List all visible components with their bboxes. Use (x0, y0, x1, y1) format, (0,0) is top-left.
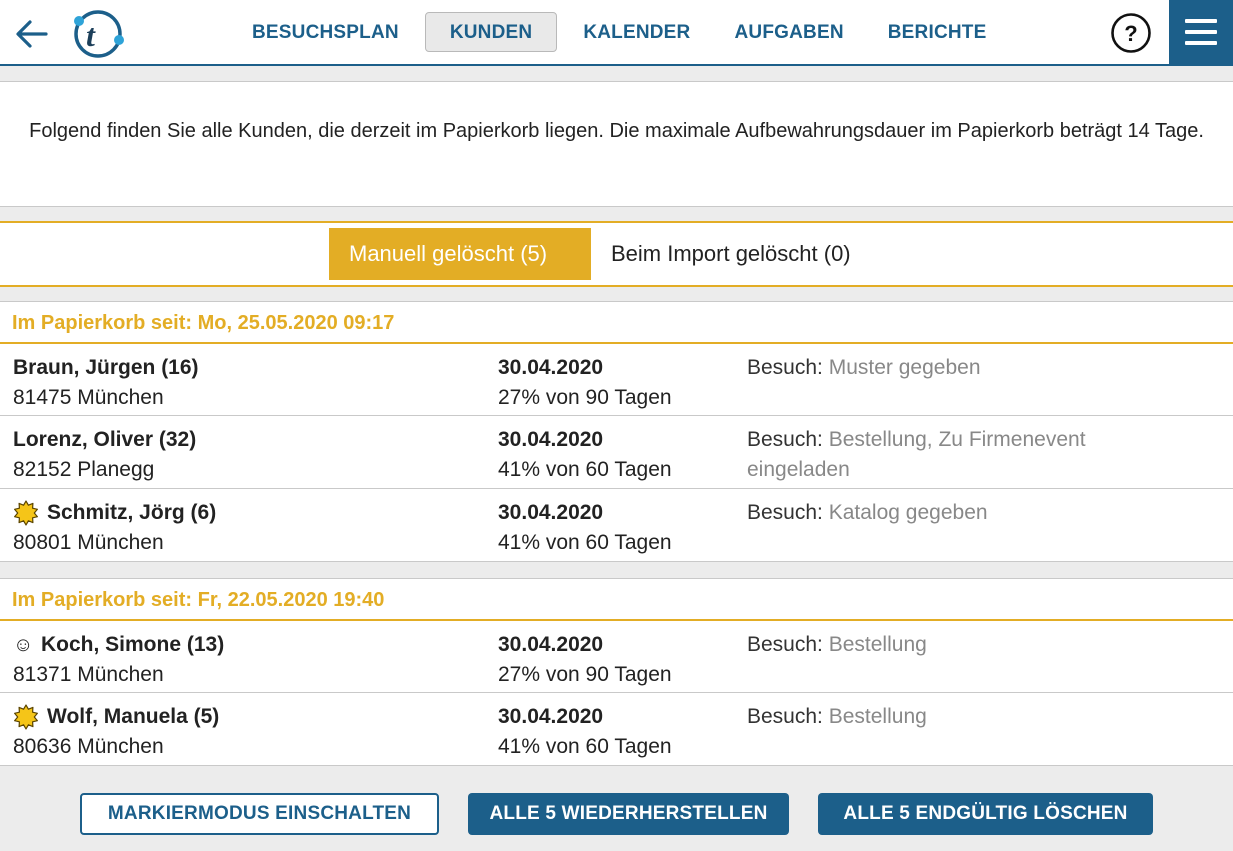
visit-value: Bestellung (828, 633, 927, 656)
group-header: Im Papierkorb seit: Mo, 25.05.2020 09:17 (0, 302, 1233, 344)
customer-city: 80636 München (13, 735, 164, 758)
customer-progress: 41% von 60 Tagen (498, 458, 672, 481)
tab-manual-deleted[interactable]: Manuell gelöscht (5) (329, 228, 591, 280)
main-nav: BESUCHSPLAN KUNDEN KALENDER AUFGABEN BER… (234, 12, 1012, 54)
visit-label: Besuch: (747, 705, 823, 728)
customer-name-wrapper: Schmitz, Jörg (6) (13, 498, 216, 528)
delete-all-permanently-button[interactable]: ALLE 5 ENDGÜLTIG LÖSCHEN (818, 793, 1153, 835)
tab-import-deleted[interactable]: Beim Import gelöscht (0) (591, 228, 871, 280)
hamburger-icon-line (1185, 41, 1217, 45)
visit-value: Muster gegeben (828, 356, 981, 379)
customer-progress: 41% von 60 Tagen (498, 735, 672, 758)
svg-text:?: ? (1124, 21, 1137, 46)
customer-progress: 27% von 90 Tagen (498, 663, 672, 686)
smiley-icon: ☺ (13, 634, 34, 656)
customer-row[interactable]: ☺ Koch, Simone (13) 81371 München 30.04.… (0, 621, 1233, 693)
customer-date: 30.04.2020 (498, 705, 604, 728)
customer-date: 30.04.2020 (498, 633, 604, 656)
customer-city: 81371 München (13, 663, 164, 686)
visit-value: Katalog gegeben (828, 501, 988, 524)
customer-row[interactable]: Braun, Jürgen (16) 81475 München 30.04.2… (0, 344, 1233, 416)
customer-progress: 41% von 60 Tagen (498, 531, 672, 554)
group-header: Im Papierkorb seit: Fr, 22.05.2020 19:40 (0, 579, 1233, 621)
customer-date: 30.04.2020 (498, 356, 604, 379)
customer-row[interactable]: Lorenz, Oliver (32) 82152 Planegg 30.04.… (0, 416, 1233, 489)
sun-badge-icon (14, 500, 38, 526)
visit-label: Besuch: (747, 633, 823, 656)
nav-berichte[interactable]: BERICHTE (870, 12, 1005, 52)
trash-group: Im Papierkorb seit: Mo, 25.05.2020 09:17… (0, 301, 1233, 562)
restore-all-button[interactable]: ALLE 5 WIEDERHERSTELLEN (468, 793, 789, 835)
customer-progress: 27% von 90 Tagen (498, 386, 672, 409)
visit-label: Besuch: (747, 501, 823, 524)
customer-city: 81475 München (13, 386, 164, 409)
nav-kunden[interactable]: KUNDEN (424, 12, 558, 52)
arrow-left-icon[interactable] (12, 14, 52, 54)
app-logo: t (74, 10, 124, 58)
hamburger-icon (1185, 19, 1217, 23)
customer-name: Koch, Simone (13) (41, 633, 225, 656)
customer-date: 30.04.2020 (498, 428, 604, 451)
customer-name-wrapper: Wolf, Manuela (5) (13, 702, 219, 732)
visit-label: Besuch: (747, 428, 823, 451)
customer-name-wrapper: ☺ Koch, Simone (13) (13, 630, 224, 660)
trash-group: Im Papierkorb seit: Fr, 22.05.2020 19:40… (0, 578, 1233, 766)
customer-name: Braun, Jürgen (16) (13, 356, 199, 379)
sun-badge-icon (14, 704, 38, 730)
hamburger-menu-button[interactable] (1169, 0, 1233, 64)
nav-besuchsplan[interactable]: BESUCHSPLAN (234, 12, 417, 52)
hamburger-icon-line (1185, 30, 1217, 34)
mark-mode-button[interactable]: MARKIERMODUS EINSCHALTEN (80, 793, 439, 835)
svg-text:t: t (86, 17, 96, 53)
tab-bar: Manuell gelöscht (5) Beim Import gelösch… (0, 221, 1233, 287)
customer-row[interactable]: Wolf, Manuela (5) 80636 München 30.04.20… (0, 693, 1233, 766)
customer-name: Schmitz, Jörg (6) (47, 501, 217, 524)
customer-name: Lorenz, Oliver (32) (13, 428, 197, 451)
customer-city: 82152 Planegg (13, 458, 155, 481)
nav-aufgaben[interactable]: AUFGABEN (716, 12, 861, 52)
nav-kalender[interactable]: KALENDER (565, 12, 708, 52)
trash-info-text: Folgend finden Sie alle Kunden, die derz… (0, 81, 1233, 207)
customer-date: 30.04.2020 (498, 501, 604, 524)
customer-row[interactable]: Schmitz, Jörg (6) 80801 München 30.04.20… (0, 489, 1233, 562)
visit-label: Besuch: (747, 356, 823, 379)
customer-name: Wolf, Manuela (5) (47, 705, 220, 728)
customer-city: 80801 München (13, 531, 164, 554)
visit-value: Bestellung (828, 705, 927, 728)
question-circle-icon[interactable]: ? (1110, 12, 1152, 54)
app-header: t BESUCHSPLAN KUNDEN KALENDER AUFGABEN B… (0, 0, 1233, 66)
